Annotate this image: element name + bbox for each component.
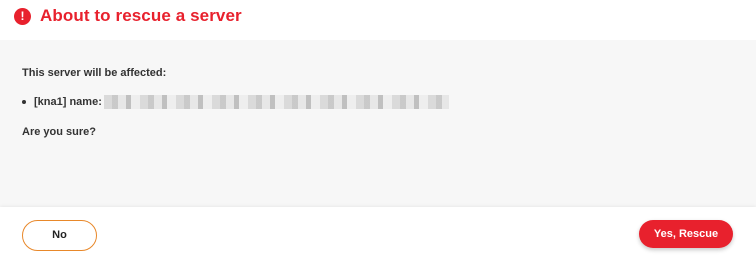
server-label: [kna1] name: xyxy=(34,96,102,108)
server-list-item: [kna1] name: xyxy=(22,95,449,109)
alert-circle-icon: ! xyxy=(14,8,31,25)
redacted-server-name xyxy=(103,95,449,109)
confirm-question: Are you sure? xyxy=(22,126,96,138)
dialog-title: About to rescue a server xyxy=(40,6,242,25)
yes-rescue-button[interactable]: Yes, Rescue xyxy=(639,220,733,248)
dialog-footer: No Yes, Rescue xyxy=(0,207,756,259)
no-button[interactable]: No xyxy=(22,220,97,251)
dialog-header: ! About to rescue a server xyxy=(0,0,756,40)
bullet-icon xyxy=(22,100,26,104)
dialog-body: This server will be affected: [kna1] nam… xyxy=(0,40,756,207)
affected-intro-text: This server will be affected: xyxy=(22,67,167,79)
rescue-server-dialog: ! About to rescue a server This server w… xyxy=(0,0,756,259)
